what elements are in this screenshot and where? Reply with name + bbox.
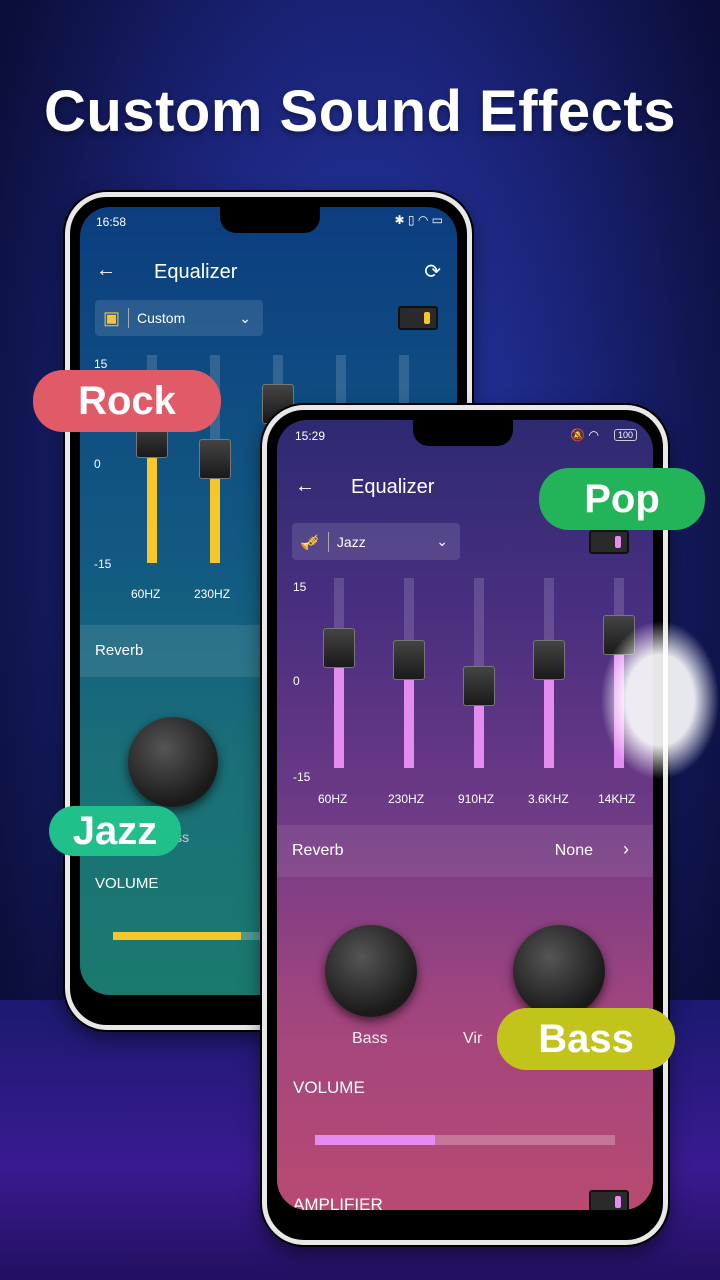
reverb-label: Reverb <box>95 642 144 659</box>
status-icons: ✱ ▯ ◠ ▭ <box>394 213 443 227</box>
tag-bass: Bass <box>497 1008 675 1070</box>
eq-band-slider[interactable] <box>393 578 425 768</box>
tag-pop: Pop <box>539 468 705 530</box>
scale-min: -15 <box>94 557 112 571</box>
bass-knob[interactable] <box>128 717 218 807</box>
eq-band-slider[interactable] <box>533 578 565 768</box>
eq-toggle[interactable] <box>398 306 438 330</box>
status-time: 16:58 <box>96 215 127 229</box>
preset-value: Custom <box>137 310 186 326</box>
status-time: 15:29 <box>295 429 326 443</box>
eq-band-label: 910HZ <box>458 792 495 806</box>
front-phone-screen: 15:29 🔕 ◠ 100 ← Equalizer 🎺 Jazz ⌄ 15 0 … <box>277 420 653 1210</box>
eq-band-handle[interactable] <box>463 665 495 706</box>
scale-max: 15 <box>293 580 307 594</box>
eq-band-label: 60HZ <box>318 792 348 806</box>
eq-band-handle[interactable] <box>323 627 355 668</box>
front-phone: 15:29 🔕 ◠ 100 ← Equalizer 🎺 Jazz ⌄ 15 0 … <box>262 405 668 1245</box>
save-icon: ▣ <box>103 307 121 328</box>
scale-min: -15 <box>293 770 311 784</box>
status-icons: 🔕 ◠ <box>570 428 599 442</box>
screen-title: Equalizer <box>154 261 238 283</box>
eq-band-label: 3.6KHZ <box>528 792 569 806</box>
reverb-value: None <box>554 842 593 859</box>
eq-band-label: 60HZ <box>131 587 161 601</box>
eq-band-handle[interactable] <box>393 640 425 681</box>
amplifier-toggle[interactable] <box>589 1190 629 1210</box>
headline: Custom Sound Effects <box>44 79 676 144</box>
eq-toggle[interactable] <box>589 530 629 554</box>
eq-band-slider[interactable] <box>323 578 355 768</box>
back-arrow-icon[interactable]: ← <box>96 259 116 282</box>
scale-mid: 0 <box>94 457 101 471</box>
tag-rock: Rock <box>33 370 221 432</box>
reverb-label: Reverb <box>292 842 344 859</box>
back-arrow-icon[interactable]: ← <box>295 475 315 498</box>
tag-jazz: Jazz <box>49 806 181 856</box>
chevron-down-icon: ⌄ <box>436 533 448 549</box>
scale-mid: 0 <box>293 674 300 688</box>
preset-dropdown[interactable]: 🎺 Jazz ⌄ <box>292 523 460 560</box>
bass-knob[interactable] <box>325 925 417 1017</box>
volume-label: VOLUME <box>293 1078 365 1097</box>
amplifier-label: AMPLIFIER <box>293 1195 383 1210</box>
eq-band-label: 230HZ <box>388 792 425 806</box>
eq-band-slider[interactable] <box>463 578 495 768</box>
trumpet-icon: 🎺 <box>300 533 320 551</box>
preset-dropdown[interactable]: ▣ Custom ⌄ <box>95 300 263 336</box>
virtualizer-label: Vir <box>463 1030 483 1047</box>
volume-label: VOLUME <box>95 875 159 892</box>
virtualizer-knob[interactable] <box>513 925 605 1017</box>
reset-icon[interactable]: ⟳ <box>424 259 441 284</box>
eq-band-handle[interactable] <box>533 640 565 681</box>
eq-band-label: 14KHZ <box>598 792 636 806</box>
eq-band-handle[interactable] <box>199 439 231 479</box>
volume-slider[interactable] <box>113 932 273 940</box>
bass-label: Bass <box>352 1030 388 1047</box>
chevron-right-icon: › <box>623 839 629 859</box>
chevron-down-icon: ⌄ <box>239 309 251 326</box>
hand-pointer-icon <box>600 620 720 780</box>
reverb-row[interactable]: Reverb None › <box>277 825 653 877</box>
battery-indicator: 100 <box>613 429 637 441</box>
volume-slider[interactable] <box>315 1135 615 1145</box>
scale-max: 15 <box>94 357 108 371</box>
eq-band-label: 230HZ <box>194 587 231 601</box>
preset-value: Jazz <box>336 533 366 550</box>
screen-title: Equalizer <box>351 476 435 498</box>
